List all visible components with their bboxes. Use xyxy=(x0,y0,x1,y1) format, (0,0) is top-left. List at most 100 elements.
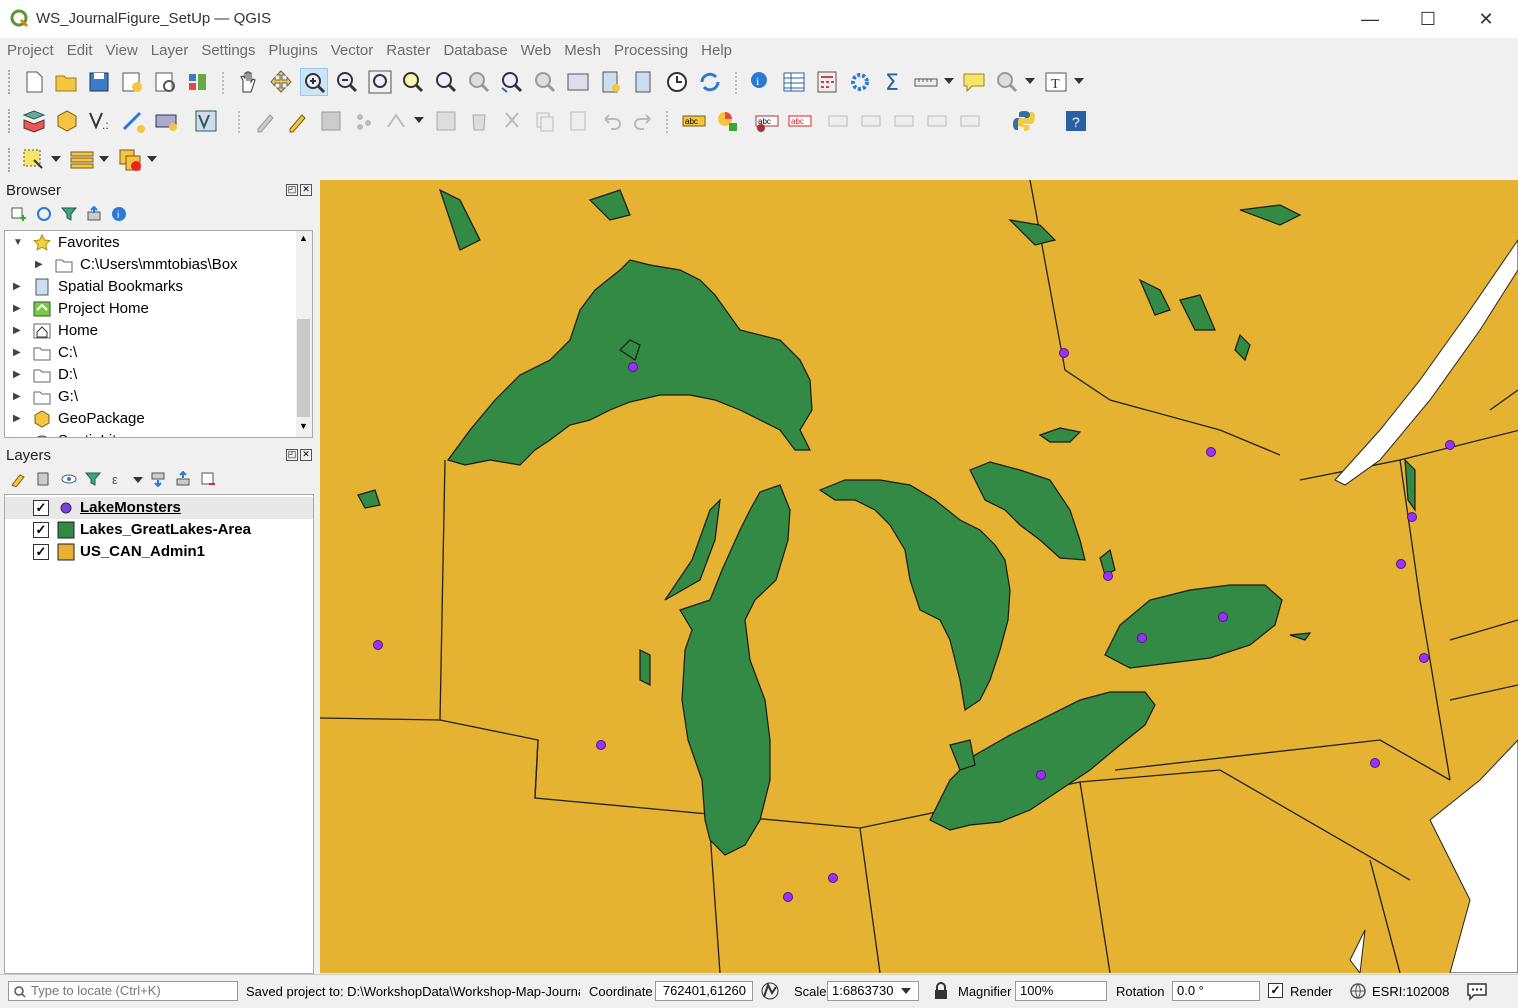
pan-map-icon[interactable] xyxy=(234,68,262,96)
tree-item-home[interactable]: ▶ Home xyxy=(5,320,295,342)
processing-toolbox-icon[interactable] xyxy=(846,68,874,96)
menu-edit[interactable]: Edit xyxy=(60,38,99,59)
layout-manager-icon[interactable] xyxy=(151,68,179,96)
add-delimited-text-icon[interactable] xyxy=(119,107,147,135)
temporal-controller-icon[interactable] xyxy=(663,68,691,96)
new-print-layout-icon[interactable] xyxy=(118,68,146,96)
lake-monster-point[interactable] xyxy=(1407,512,1417,522)
tree-item-favorites[interactable]: ▼ Favorites xyxy=(5,232,295,254)
show-bookmarks-icon[interactable] xyxy=(630,68,658,96)
lake-monster-point[interactable] xyxy=(1218,612,1228,622)
add-wms-layer-icon[interactable] xyxy=(192,107,220,135)
tree-item-geopackage[interactable]: ▶ GeoPackage xyxy=(5,408,295,430)
expand-arrow-icon[interactable]: ▼ xyxy=(13,232,23,254)
coordinate-field[interactable]: 762401,61260 xyxy=(655,981,753,1001)
tree-item-d-drive[interactable]: ▶ D:\ xyxy=(5,364,295,386)
messages-icon[interactable] xyxy=(1466,981,1488,1001)
extents-toggle-icon[interactable] xyxy=(760,981,780,1001)
zoom-in-icon[interactable] xyxy=(300,68,328,96)
style-panel-icon[interactable] xyxy=(10,471,26,487)
layer-visibility-checkbox[interactable]: ✓ xyxy=(33,522,49,538)
lake-monster-point[interactable] xyxy=(1419,653,1429,663)
field-calculator-icon[interactable] xyxy=(813,68,841,96)
magnifier-spinbox[interactable]: 100% xyxy=(1015,981,1107,1001)
new-geopackage-layer-icon[interactable] xyxy=(53,107,81,135)
layer-diagram-icon[interactable] xyxy=(713,107,741,135)
tree-item-spatial-bookmarks[interactable]: ▶ Spatial Bookmarks xyxy=(5,276,295,298)
style-manager-icon[interactable] xyxy=(184,68,212,96)
add-vector-layer-icon[interactable]: .: xyxy=(86,107,114,135)
collapse-all-icon[interactable] xyxy=(175,471,191,487)
manage-map-themes-icon[interactable] xyxy=(61,471,77,487)
filter-by-expression-icon[interactable]: ε xyxy=(110,471,126,487)
menu-project[interactable]: Project xyxy=(0,38,60,59)
layer-visibility-checkbox[interactable]: ✓ xyxy=(33,544,49,560)
add-point-feature-icon[interactable] xyxy=(350,107,378,135)
new-map-view-icon[interactable] xyxy=(564,68,592,96)
lake-monster-point[interactable] xyxy=(1370,758,1380,768)
zoom-out-icon[interactable] xyxy=(333,68,361,96)
close-panel-icon[interactable]: ✕ xyxy=(300,184,312,196)
locator-search-input[interactable]: Type to locate (Ctrl+K) xyxy=(8,981,238,1001)
enable-properties-icon[interactable]: i xyxy=(111,206,127,222)
zoom-to-layer-icon[interactable] xyxy=(432,68,460,96)
collapsed-arrow-icon[interactable]: ▶ xyxy=(13,430,21,437)
zoom-native-icon[interactable] xyxy=(465,68,493,96)
lake-monster-point[interactable] xyxy=(783,892,793,902)
menu-plugins[interactable]: Plugins xyxy=(262,38,324,59)
chevron-down-icon[interactable] xyxy=(901,988,911,994)
layer-visibility-checkbox[interactable]: ✓ xyxy=(33,500,49,516)
locator-search-icon[interactable] xyxy=(993,68,1021,96)
collapsed-arrow-icon[interactable]: ▶ xyxy=(13,320,21,342)
zoom-last-icon[interactable] xyxy=(498,68,526,96)
label-properties-icon[interactable] xyxy=(958,107,986,135)
layer-row-admin1[interactable]: ✓ US_CAN_Admin1 xyxy=(5,541,313,563)
collapsed-arrow-icon[interactable]: ▶ xyxy=(13,298,21,320)
identify-features-icon[interactable]: i xyxy=(747,68,775,96)
help-contents-icon[interactable]: ? xyxy=(1062,107,1090,135)
layer-row-lakes[interactable]: ✓ Lakes_GreatLakes-Area xyxy=(5,519,313,541)
minimize-button[interactable]: — xyxy=(1350,6,1390,32)
collapsed-arrow-icon[interactable]: ▶ xyxy=(13,364,21,386)
new-project-icon[interactable] xyxy=(20,68,48,96)
menu-settings[interactable]: Settings xyxy=(194,38,261,59)
new-bookmark-icon[interactable] xyxy=(597,68,625,96)
filter-browser-icon[interactable] xyxy=(61,206,77,222)
remove-layer-icon[interactable] xyxy=(200,471,216,487)
tree-item-g-drive[interactable]: ▶ G:\ xyxy=(5,386,295,408)
move-label-icon[interactable] xyxy=(859,107,887,135)
current-edits-icon[interactable] xyxy=(252,107,280,135)
collapsed-arrow-icon[interactable]: ▶ xyxy=(13,386,21,408)
lake-monster-point[interactable] xyxy=(1137,633,1147,643)
maximize-button[interactable]: ☐ xyxy=(1408,6,1448,32)
menu-vector[interactable]: Vector xyxy=(324,38,380,59)
lake-monster-point[interactable] xyxy=(596,740,606,750)
collapsed-arrow-icon[interactable]: ▶ xyxy=(13,342,21,364)
close-panel-icon[interactable]: ✕ xyxy=(300,449,312,461)
measure-line-icon[interactable] xyxy=(912,68,940,96)
menu-processing[interactable]: Processing xyxy=(607,38,694,59)
refresh-icon[interactable] xyxy=(696,68,724,96)
add-selected-layers-icon[interactable] xyxy=(10,206,26,222)
lake-monster-point[interactable] xyxy=(1059,348,1069,358)
delete-selected-icon[interactable] xyxy=(465,107,493,135)
deselect-features-icon[interactable] xyxy=(116,146,144,174)
map-canvas[interactable] xyxy=(320,180,1518,973)
rotation-spinbox[interactable]: 0.0 ° xyxy=(1172,981,1260,1001)
render-checkbox[interactable]: ✓ xyxy=(1268,983,1283,998)
redo-icon[interactable] xyxy=(630,107,658,135)
menu-view[interactable]: View xyxy=(99,38,144,59)
select-by-value-icon[interactable] xyxy=(68,146,96,174)
menu-mesh[interactable]: Mesh xyxy=(557,38,607,59)
lake-monster-point[interactable] xyxy=(373,640,383,650)
zoom-to-selection-icon[interactable] xyxy=(399,68,427,96)
paste-features-icon[interactable] xyxy=(564,107,592,135)
modify-attributes-icon[interactable] xyxy=(432,107,460,135)
text-annotation-icon[interactable]: T xyxy=(1042,68,1070,96)
pan-to-selection-icon[interactable] xyxy=(267,68,295,96)
collapsed-arrow-icon[interactable]: ▶ xyxy=(13,408,21,430)
layer-row-lakemonsters[interactable]: ✓ LakeMonsters xyxy=(5,497,313,519)
menu-help[interactable]: Help xyxy=(694,38,738,59)
browser-scrollbar[interactable]: ▲ ▼ xyxy=(296,230,313,438)
save-edits-icon[interactable] xyxy=(317,107,345,135)
